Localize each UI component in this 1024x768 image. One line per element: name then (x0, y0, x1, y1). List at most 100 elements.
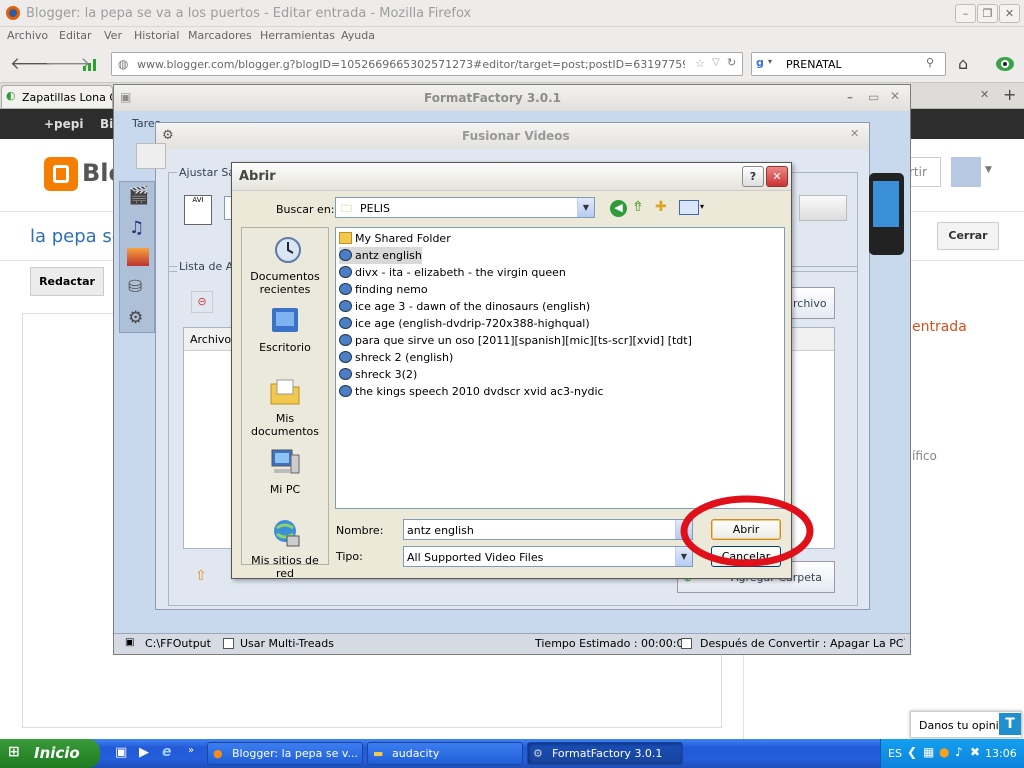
google-bar-pepi[interactable]: +pepi (44, 117, 84, 131)
help-button[interactable]: ? (742, 166, 764, 187)
file-type-value[interactable]: All Supported Video Files (407, 551, 543, 564)
tray-app-icon[interactable]: ● (939, 745, 949, 759)
url-text[interactable]: www.blogger.com/blogger.g?blogID=1052669… (137, 58, 685, 71)
avatar-dropdown-icon[interactable]: ▼ (985, 165, 992, 175)
place-network-label[interactable]: Mis sitios de red (242, 554, 328, 580)
place-my-pc[interactable]: Mi PC (242, 447, 328, 496)
place-recent-label[interactable]: Documentos recientes (242, 270, 328, 296)
place-documents-label[interactable]: Mis documentos (242, 412, 328, 438)
task-formatfactory-label[interactable]: FormatFactory 3.0.1 (552, 747, 662, 760)
place-desktop[interactable]: Escritorio (242, 305, 328, 354)
file-name[interactable]: ice age (english-dvdrip-720x388-highqual… (355, 317, 590, 330)
file-name-combo[interactable]: antz english ▼ (403, 519, 693, 540)
file-name[interactable]: shreck 2 (english) (355, 351, 453, 364)
tab-close-icon[interactable]: ✕ (980, 88, 989, 101)
file-name[interactable]: para que sirve un oso [2011][spanish][mi… (355, 334, 692, 347)
file-type-combo[interactable]: All Supported Video Files ▼ (403, 546, 693, 567)
file-name[interactable]: antz english (355, 249, 422, 262)
start-label[interactable]: Inicio (34, 744, 80, 762)
list-item-selected[interactable]: antz english (339, 247, 422, 264)
language-indicator[interactable]: ES (888, 747, 902, 760)
restore-button[interactable]: ❐ (977, 4, 998, 23)
rom-category-icon[interactable]: ⛁ (128, 277, 142, 297)
sidebar-entry-link[interactable]: entrada (912, 319, 967, 335)
place-network[interactable]: Mis sitios de red (242, 518, 328, 580)
look-in-dropdown-icon[interactable]: ▼ (577, 198, 594, 217)
list-item[interactable]: My Shared Folder (339, 230, 451, 247)
file-name[interactable]: the kings speech 2010 dvdscr xvid ac3-ny… (355, 385, 604, 398)
menu-editar[interactable]: Editar (59, 29, 92, 42)
menu-archivo[interactable]: Archivo (7, 29, 48, 42)
file-name[interactable]: My Shared Folder (355, 232, 451, 245)
file-name[interactable]: ice age 3 - dawn of the dinosaurs (engli… (355, 300, 590, 313)
close-post-button[interactable]: Cerrar (937, 222, 999, 250)
tab-label[interactable]: Zapatillas Lona Onl (22, 91, 112, 104)
start-button[interactable]: ⊞ Inicio (0, 739, 100, 768)
file-name[interactable]: divx - ita - elizabeth - the virgin quee… (355, 266, 566, 279)
quicklaunch-media-icon[interactable]: ▶ (139, 745, 149, 760)
list-item[interactable]: shreck 3(2) (339, 366, 417, 383)
list-item[interactable]: para que sirve un oso [2011][spanish][mi… (339, 332, 692, 349)
google-bar-item[interactable]: Bi (100, 117, 113, 131)
search-input[interactable]: PRENATAL (786, 58, 842, 71)
menu-historial[interactable]: Historial (134, 29, 179, 42)
video-category-icon[interactable]: 🎬 (128, 186, 149, 206)
tab-zapatillas[interactable]: ◐ Zapatillas Lona Onl (1, 85, 113, 108)
quicklaunch-more-icon[interactable]: » (188, 745, 194, 756)
place-recent[interactable]: Documentos recientes (242, 234, 328, 296)
list-item[interactable]: shreck 2 (english) (339, 349, 453, 366)
feedback-widget[interactable]: Danos tu opinión T (910, 711, 1022, 738)
feedback-icon[interactable]: T (999, 713, 1021, 735)
remove-file-icon[interactable]: ⊝ (191, 291, 213, 313)
add-file-label[interactable]: rchivo (793, 297, 827, 310)
up-folder-icon[interactable]: ⇮ (632, 199, 644, 215)
avatar[interactable] (951, 157, 981, 187)
ff-maximize-icon[interactable]: ▭ (868, 90, 879, 104)
after-convert-checkbox[interactable] (681, 638, 692, 649)
menu-ayuda[interactable]: Ayuda (341, 29, 375, 42)
bookmark-star-icon[interactable]: ☆ (695, 57, 705, 70)
tools-category-icon[interactable]: ⚙ (128, 308, 143, 328)
resize-grip-icon[interactable]: ⋰ (897, 638, 906, 648)
task-formatfactory[interactable]: ⚙ FormatFactory 3.0.1 (527, 742, 683, 765)
menu-marcadores[interactable]: Marcadores (188, 29, 252, 42)
task-firefox-label[interactable]: Blogger: la pepa se v... (232, 747, 358, 760)
tray-arrow-icon[interactable]: ❮ (907, 745, 917, 759)
look-in-combo[interactable]: 🗀 PELIS ▼ (335, 197, 595, 218)
settings-button[interactable] (799, 195, 847, 221)
dropdown-icon[interactable]: ▽ (712, 57, 720, 68)
task-firefox[interactable]: ● Blogger: la pepa se v... (207, 742, 363, 765)
file-name-input[interactable]: antz english (407, 524, 474, 537)
tray-tools-icon[interactable]: ✖ (970, 745, 980, 759)
task-audacity-label[interactable]: audacity (392, 747, 439, 760)
home-icon[interactable]: ⌂ (958, 54, 968, 73)
list-item[interactable]: divx - ita - elizabeth - the virgin quee… (339, 264, 566, 281)
file-name[interactable]: finding nemo (355, 283, 428, 296)
picture-category-icon[interactable] (127, 248, 149, 266)
quicklaunch-desktop-icon[interactable]: ▣ (115, 745, 127, 760)
list-item[interactable]: finding nemo (339, 281, 428, 298)
ff-minimize-icon[interactable]: – (847, 90, 853, 104)
audio-category-icon[interactable]: ♫ (129, 218, 144, 238)
search-box[interactable]: g ▾ PRENATAL ⚲ (751, 52, 946, 76)
task-audacity[interactable]: ▬ audacity (367, 742, 523, 765)
view-menu-icon[interactable] (679, 200, 699, 215)
reload-icon[interactable]: ↻ (727, 56, 736, 69)
file-list[interactable]: My Shared Folder antz english divx - ita… (335, 227, 785, 509)
output-path[interactable]: C:\FFOutput (145, 637, 211, 650)
compose-tab[interactable]: Redactar (30, 267, 104, 296)
close-window-button[interactable]: ✕ (999, 4, 1020, 23)
menu-ver[interactable]: Ver (104, 29, 122, 42)
new-tab-icon[interactable]: + (1003, 85, 1016, 104)
minimize-button[interactable]: – (955, 4, 976, 23)
view-dropdown-icon[interactable]: ▾ (700, 202, 704, 211)
search-icon[interactable]: ⚲ (926, 56, 934, 69)
ff-close-icon[interactable]: ✕ (890, 89, 900, 103)
new-folder-icon[interactable]: ✚ (655, 199, 667, 215)
url-bar[interactable]: ◍ www.blogger.com/blogger.g?blogID=10526… (111, 52, 743, 76)
back-nav-icon[interactable]: ◀ (610, 200, 627, 217)
close-dialog-icon[interactable]: ✕ (766, 166, 788, 187)
column-archivo[interactable]: Archivo (190, 333, 231, 346)
place-my-pc-label[interactable]: Mi PC (242, 483, 328, 496)
place-desktop-label[interactable]: Escritorio (242, 341, 328, 354)
